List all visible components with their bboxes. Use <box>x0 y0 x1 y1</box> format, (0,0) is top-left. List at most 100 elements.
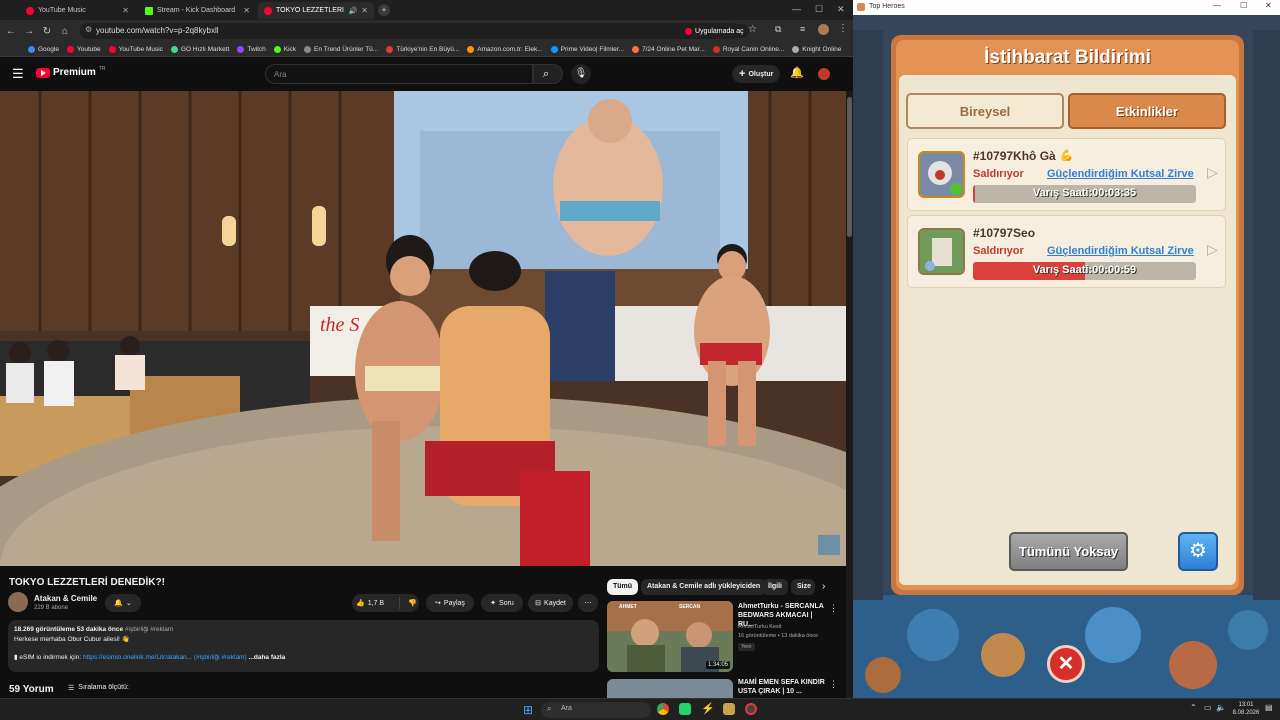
home-icon[interactable]: ⌂ <box>56 26 74 37</box>
minimize-icon[interactable]: — <box>792 4 801 14</box>
tab-individual[interactable]: Bireysel <box>906 93 1064 129</box>
volume-icon[interactable]: 🔈 <box>1216 703 1226 712</box>
show-more-link[interactable]: ...daha fazla <box>248 654 285 661</box>
close-panel-button[interactable]: ✕ <box>1047 645 1085 683</box>
share-button[interactable]: ↪ Paylaş <box>426 594 474 612</box>
channel-name[interactable]: Atakan & Cemile <box>34 594 97 603</box>
chip-related[interactable]: İlgili <box>762 579 788 595</box>
target-link[interactable]: Güçlendirdiğim Kutsal Zirve <box>1047 168 1194 180</box>
maximize-icon[interactable]: ☐ <box>1240 1 1247 10</box>
audio-icon[interactable]: 🔊 <box>349 7 358 15</box>
description-tags[interactable]: (#işbirliği #reklam) <box>194 654 247 661</box>
close-window-icon[interactable]: ✕ <box>1265 1 1272 10</box>
like-button[interactable]: 👍 1,7 B <box>356 599 396 608</box>
search-button[interactable]: ⌕ <box>533 64 563 84</box>
sort-button[interactable]: ☰ Sıralama ölçütü: <box>68 684 129 692</box>
profile-avatar[interactable] <box>818 24 829 35</box>
new-tab-button[interactable]: + <box>378 4 390 16</box>
tab-kick-dashboard[interactable]: Stream - Kick Dashboard ✕ <box>139 2 256 19</box>
chip-all[interactable]: Tümü <box>607 579 639 595</box>
bookmark-item[interactable]: Youtube <box>66 45 101 53</box>
hamburger-menu-icon[interactable]: ☰ <box>12 66 24 82</box>
target-link[interactable]: Güçlendirdiğim Kutsal Zirve <box>1047 245 1194 257</box>
tray-chevron-icon[interactable]: ⌃ <box>1190 703 1197 712</box>
menu-icon[interactable]: ⋮ <box>838 23 848 34</box>
chevron-right-icon[interactable]: ▷ <box>1207 164 1218 181</box>
network-icon[interactable]: ▭ <box>1204 703 1212 712</box>
extensions-icon[interactable]: ⧉ <box>775 24 781 35</box>
description-box[interactable]: 18.269 görüntüleme 53 dakika önce #işbir… <box>8 620 599 672</box>
star-icon[interactable]: ☆ <box>748 24 757 35</box>
reload-icon[interactable]: ↻ <box>38 26 56 37</box>
whatsapp-icon[interactable] <box>679 703 691 715</box>
address-bar[interactable]: ⚙ youtube.com/watch?v=p-2q8kybxll <box>80 23 740 39</box>
bookmark-item[interactable]: Amazon.com.tr: Elek... <box>467 45 543 53</box>
scrollbar-track[interactable] <box>846 91 853 698</box>
save-button[interactable]: ⊟ Kaydet <box>528 594 573 612</box>
more-icon[interactable]: ⋮ <box>829 679 838 690</box>
back-icon[interactable]: ← <box>2 26 20 37</box>
channel-avatar[interactable] <box>8 592 28 612</box>
bookmark-item[interactable]: Türkiye'nin En Büyü... <box>386 45 459 53</box>
hashtags[interactable]: #işbirliği #reklam <box>125 626 173 633</box>
bookmark-item[interactable]: GO Hızlı Markett <box>170 45 230 53</box>
bookmark-item[interactable]: Prime Video| Filmler... <box>550 45 624 53</box>
ask-button[interactable]: ✦ Soru <box>481 594 523 612</box>
minimize-icon[interactable]: — <box>1213 1 1221 10</box>
windows-start-icon[interactable]: ⊞ <box>523 703 533 717</box>
top-heroes-icon[interactable] <box>723 703 735 715</box>
report-card[interactable]: #10797Seo Saldırıyor Güçlendirdiğim Kuts… <box>907 215 1226 288</box>
recommended-thumbnail[interactable]: AHMET SERCAN 1:34:05 <box>607 601 733 672</box>
app-icon[interactable]: ⚡ <box>701 702 715 715</box>
ignore-all-button[interactable]: Tümünü Yoksay <box>1009 532 1128 571</box>
bookmark-item[interactable]: Twitch <box>237 45 266 53</box>
dislike-button[interactable]: 👎 <box>403 599 417 607</box>
subscribed-button[interactable]: 🔔 ⌄ <box>105 594 141 612</box>
close-window-icon[interactable]: ✕ <box>837 4 845 15</box>
chip-for-you[interactable]: Size <box>791 579 815 595</box>
youtube-logo[interactable]: Premium TR <box>36 66 105 78</box>
chip-uploader[interactable]: Atakan & Cemile adlı yükleyiciden <box>641 579 767 595</box>
bell-icon[interactable]: 🔔 <box>790 66 804 79</box>
bookmark-item[interactable]: 7/24 Online Pet Mar... <box>631 45 705 53</box>
obs-icon[interactable] <box>745 703 757 715</box>
recommended-thumbnail[interactable] <box>607 679 733 698</box>
maximize-icon[interactable]: ☐ <box>815 4 823 15</box>
bookmark-item[interactable]: YouTube Music <box>108 45 163 53</box>
report-card[interactable]: #10797Khô Gà 💪 Saldırıyor Güçlendirdiğim… <box>907 138 1226 211</box>
close-icon[interactable]: ✕ <box>243 6 250 15</box>
settings-button[interactable]: ⚙ <box>1178 532 1218 571</box>
more-icon[interactable]: ⋮ <box>829 603 838 614</box>
open-in-app-button[interactable]: Uygulamada aç <box>680 24 749 38</box>
video-player[interactable]: the S <box>0 91 846 566</box>
bookmark-item[interactable]: Knight Online <box>792 45 841 53</box>
tab-current-video[interactable]: TOKYO LEZZETLERİ DENEDİ 🔊 ✕ <box>258 2 374 19</box>
tab-events[interactable]: Etkinlikler <box>1068 93 1226 129</box>
voice-search-button[interactable]: 🎙 <box>571 64 591 84</box>
account-avatar[interactable] <box>818 68 830 80</box>
create-button[interactable]: + Oluştur <box>732 65 781 83</box>
tab-youtube-music[interactable]: YouTube Music ✕ <box>20 2 135 19</box>
chevron-right-icon[interactable]: ▷ <box>1207 241 1218 258</box>
bookmark-label: GO Hızlı Markett <box>180 45 230 53</box>
bookmark-item[interactable]: En Trend Ürünler Tü... <box>304 45 378 53</box>
chrome-icon[interactable] <box>657 703 669 715</box>
description-link[interactable]: https://esimio.onelink.me/Litr/atakan... <box>83 654 192 661</box>
close-icon[interactable]: ✕ <box>122 6 129 15</box>
recommended-channel[interactable]: AhmetTurku Kesit <box>738 624 782 630</box>
bookmark-item[interactable]: Kick <box>273 45 296 53</box>
search-input[interactable]: Ara <box>265 64 533 84</box>
bookmark-item[interactable]: Google <box>28 45 59 53</box>
notification-icon[interactable]: ▤ <box>1265 703 1273 712</box>
site-info-icon[interactable]: ⚙ <box>85 25 92 34</box>
forward-icon[interactable]: → <box>20 26 38 37</box>
scrollbar-thumb[interactable] <box>847 97 852 237</box>
chevron-right-icon[interactable]: › <box>822 581 825 592</box>
close-icon[interactable]: ✕ <box>361 6 368 15</box>
recommended-title[interactable]: MAMİ EMEN SEFA KINDIR USTA ÇIRAK | 10 ..… <box>738 678 826 696</box>
more-actions-button[interactable]: ⋯ <box>578 594 598 612</box>
media-icon[interactable]: ≡ <box>800 24 805 34</box>
clock[interactable]: 13:01 8.08.2026 <box>1230 701 1262 717</box>
taskbar-search-input[interactable]: ⌕ Ara <box>541 702 651 718</box>
bookmark-item[interactable]: Royal Canin Online... <box>712 45 784 53</box>
